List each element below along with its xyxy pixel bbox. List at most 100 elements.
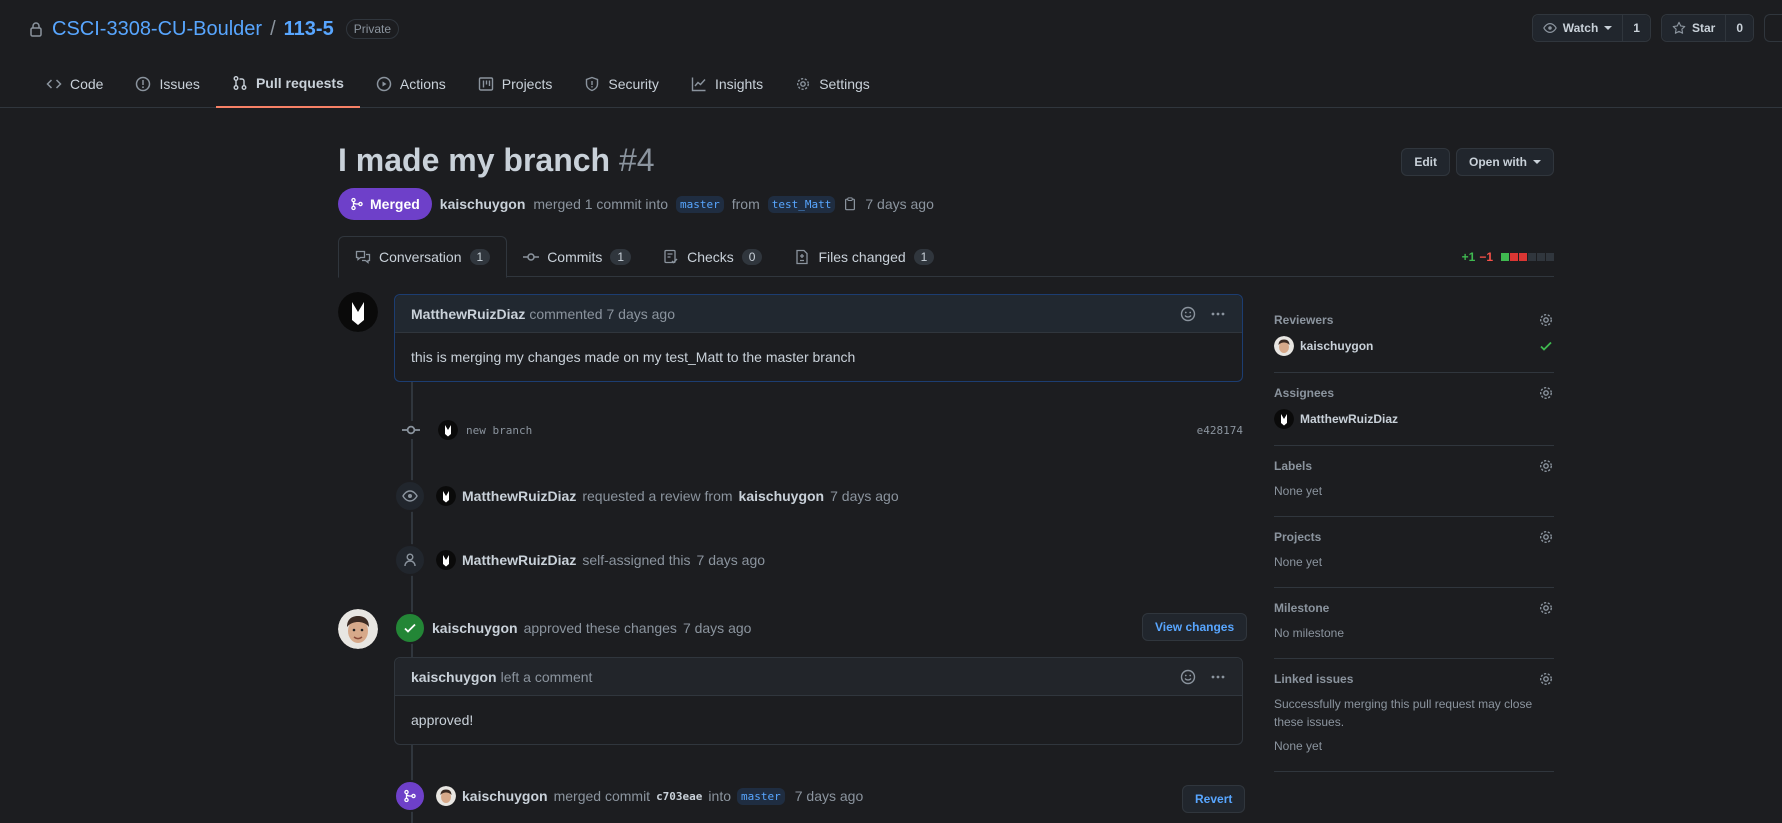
commit-sha[interactable]: e428174	[1197, 424, 1243, 437]
comment-header: MatthewRuizDiaz commented 7 days ago	[395, 295, 1242, 333]
merge-time: 7 days ago	[865, 196, 934, 212]
tab-checks[interactable]: Checks 0	[647, 236, 778, 277]
avatar[interactable]	[1274, 336, 1294, 356]
event-text: self-assigned this	[582, 552, 691, 568]
star-icon	[1672, 21, 1686, 34]
actor-link[interactable]: kaischuygon	[432, 620, 518, 636]
pr-sidebar: Reviewers kaischuygon Assignees MatthewR…	[1274, 300, 1554, 772]
timeline-approved: kaischuygon approved these changes 7 day…	[394, 612, 751, 644]
event-time[interactable]: 7 days ago	[795, 788, 864, 804]
pr-title-text: I made my branch	[338, 142, 611, 178]
assignees-heading-row[interactable]: Assignees	[1274, 383, 1554, 403]
smiley-icon[interactable]	[1180, 306, 1196, 322]
visibility-badge: Private	[345, 19, 400, 39]
star-button[interactable]: Star	[1661, 15, 1727, 41]
projects-value: None yet	[1274, 555, 1323, 569]
event-time[interactable]: 7 days ago	[683, 620, 752, 636]
view-changes-button[interactable]: View changes	[1142, 613, 1248, 641]
projects-heading-row[interactable]: Projects	[1274, 527, 1554, 547]
open-with-button[interactable]: Open with	[1456, 148, 1554, 176]
merge-target-branch[interactable]: master	[737, 787, 785, 805]
comment-author[interactable]: kaischuygon	[411, 669, 497, 685]
repo-owner-link[interactable]: CSCI-3308-CU-Boulder	[52, 18, 262, 41]
comment-body: this is merging my changes made on my te…	[411, 349, 856, 365]
gear-icon[interactable]	[1538, 529, 1554, 545]
edit-title-button[interactable]: Edit	[1401, 148, 1450, 176]
event-time[interactable]: 7 days ago	[830, 488, 899, 504]
diffstat-deletions: −1	[1479, 250, 1493, 264]
linked-issues-description: Successfully merging this pull request m…	[1274, 697, 1533, 729]
repo-separator: /	[270, 17, 276, 40]
pr-number: #4	[618, 142, 655, 178]
repo-name-link[interactable]: 113-5	[284, 18, 334, 41]
repo-actions: Watch 1 Star 0	[1531, 14, 1782, 42]
nav-projects[interactable]: Projects	[462, 63, 569, 105]
nav-pull-requests[interactable]: Pull requests	[215, 63, 360, 108]
code-icon	[46, 79, 62, 89]
gear-icon[interactable]	[1538, 671, 1554, 687]
nav-actions[interactable]: Actions	[360, 63, 462, 105]
pr-title-actions: Edit Open with	[1401, 148, 1554, 176]
comment-body: approved!	[411, 712, 474, 728]
target-link[interactable]: kaischuygon	[739, 488, 825, 504]
comment-header: kaischuygon left a comment	[395, 658, 1242, 696]
watch-count[interactable]: 1	[1623, 15, 1650, 41]
reviewer-name[interactable]: kaischuygon	[1300, 337, 1373, 355]
star-count[interactable]: 0	[1726, 15, 1753, 41]
tab-commits[interactable]: Commits 1	[507, 236, 647, 277]
reviewers-section: Reviewers kaischuygon	[1274, 300, 1554, 373]
gear-icon[interactable]	[1538, 312, 1554, 328]
actor-link[interactable]: MatthewRuizDiaz	[462, 552, 576, 568]
linked-issues-section: Linked issues Successfully merging this …	[1274, 659, 1554, 772]
commit-message[interactable]: new branch	[466, 424, 532, 437]
smiley-icon[interactable]	[1180, 669, 1196, 685]
nav-settings[interactable]: Settings	[779, 63, 886, 105]
fork-button-group-partial[interactable]	[1764, 14, 1782, 42]
avatar[interactable]	[338, 609, 378, 649]
actor-link[interactable]: MatthewRuizDiaz	[462, 488, 576, 504]
comment-time[interactable]: 7 days ago	[607, 306, 676, 322]
revert-button[interactable]: Revert	[1182, 785, 1246, 813]
labels-heading-row[interactable]: Labels	[1274, 456, 1554, 476]
head-branch[interactable]: test_Matt	[767, 195, 836, 213]
avatar[interactable]	[438, 420, 458, 440]
kebab-horizontal-icon[interactable]	[1210, 306, 1226, 322]
comment-author[interactable]: MatthewRuizDiaz	[411, 306, 525, 322]
assignees-section: Assignees MatthewRuizDiaz	[1274, 373, 1554, 446]
merger-link[interactable]: kaischuygon	[440, 196, 526, 212]
tab-conversation[interactable]: Conversation 1	[338, 236, 508, 278]
avatar[interactable]	[1274, 409, 1294, 429]
avatar[interactable]	[338, 292, 378, 332]
gear-icon[interactable]	[1538, 600, 1554, 616]
watch-button[interactable]: Watch	[1532, 15, 1624, 41]
event-text: merged commit	[553, 788, 651, 804]
from-text: from	[731, 196, 760, 212]
gear-icon[interactable]	[1538, 458, 1554, 474]
event-time[interactable]: 7 days ago	[697, 552, 766, 568]
merge-commit-sha[interactable]: c703eae	[656, 790, 702, 803]
base-branch[interactable]: master	[676, 195, 724, 213]
actor-link[interactable]: kaischuygon	[462, 788, 548, 804]
nav-code[interactable]: Code	[30, 63, 119, 105]
kebab-horizontal-icon[interactable]	[1210, 669, 1226, 685]
caret-down-icon	[1604, 26, 1613, 30]
avatar[interactable]	[436, 786, 456, 806]
assignee-name[interactable]: MatthewRuizDiaz	[1300, 410, 1398, 428]
nav-security[interactable]: Security	[568, 63, 675, 105]
gear-icon[interactable]	[1538, 385, 1554, 401]
avatar[interactable]	[436, 486, 456, 506]
reviewers-heading-row[interactable]: Reviewers	[1274, 310, 1554, 330]
copy-icon[interactable]	[843, 197, 857, 211]
nav-issues[interactable]: Issues	[119, 63, 215, 105]
linked-issues-heading-row[interactable]: Linked issues	[1274, 669, 1554, 689]
merge-text: merged 1 commit into	[533, 196, 668, 212]
diffstat-blocks	[1501, 253, 1554, 261]
watch-label: Watch	[1562, 21, 1599, 35]
nav-insights[interactable]: Insights	[675, 63, 779, 105]
approved-badge	[394, 612, 426, 644]
merged-badge	[394, 780, 426, 812]
milestone-heading-row[interactable]: Milestone	[1274, 598, 1554, 618]
tab-files-changed[interactable]: Files changed 1	[778, 236, 950, 277]
avatar[interactable]	[436, 550, 456, 570]
check-icon	[1540, 341, 1552, 351]
